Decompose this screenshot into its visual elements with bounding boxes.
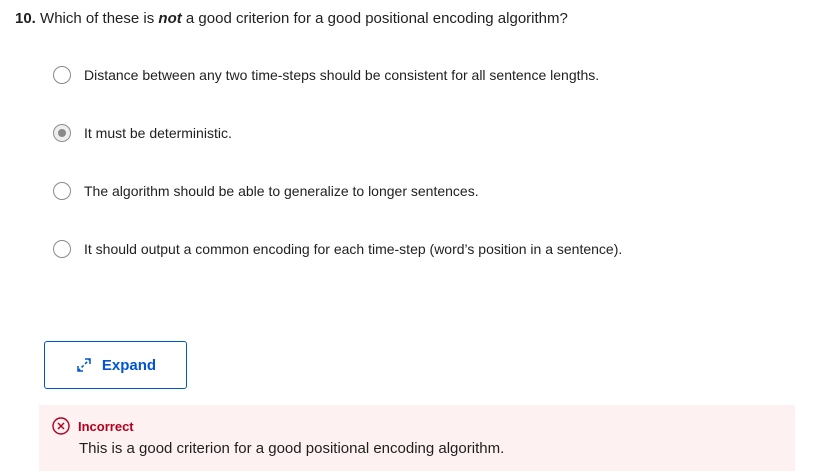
question-suffix: a good criterion for a good positional e…: [185, 10, 568, 27]
feedback-message: This is a good criterion for a good posi…: [79, 440, 505, 457]
feedback-status: Incorrect: [78, 418, 134, 434]
option-label: It should output a common encoding for e…: [84, 241, 623, 257]
x-circle-icon: [52, 417, 70, 435]
radio-button[interactable]: [53, 182, 71, 200]
expand-label: Expand: [101, 356, 157, 374]
question-number: 10.: [15, 10, 36, 27]
feedback-panel: Incorrect This is a good criterion for a…: [39, 405, 795, 471]
question-prefix: Which of these is: [40, 10, 155, 27]
radio-button-selected[interactable]: [53, 124, 71, 142]
option-label: Distance between any two time-steps shou…: [84, 67, 600, 83]
option-label: It must be deterministic.: [84, 125, 232, 141]
expand-button[interactable]: Expand: [44, 341, 187, 389]
question-emphasis: not: [158, 10, 182, 27]
answer-option-1[interactable]: Distance between any two time-steps shou…: [53, 64, 599, 86]
answer-option-4[interactable]: It should output a common encoding for e…: [53, 238, 622, 260]
expand-arrows-icon: [75, 356, 93, 374]
answer-option-2[interactable]: It must be deterministic.: [53, 122, 232, 144]
question-text: 10. Which of these is not a good criteri…: [15, 9, 568, 29]
option-label: The algorithm should be able to generali…: [84, 183, 479, 199]
radio-button[interactable]: [53, 66, 71, 84]
feedback-header: Incorrect: [52, 417, 134, 435]
radio-button[interactable]: [53, 240, 71, 258]
answer-option-3[interactable]: The algorithm should be able to generali…: [53, 180, 479, 202]
